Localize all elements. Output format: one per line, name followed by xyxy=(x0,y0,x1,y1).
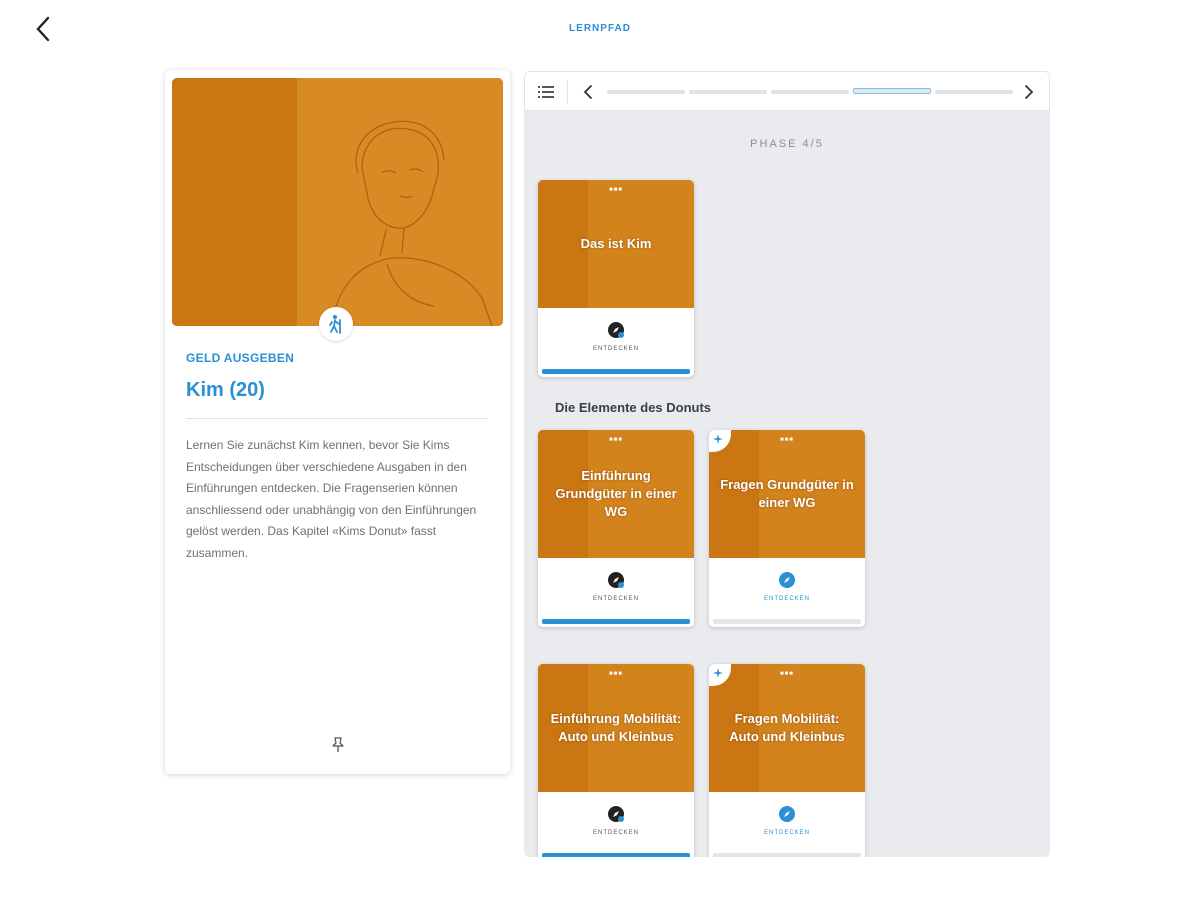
tile-progress-bar xyxy=(713,619,861,624)
hero-image xyxy=(172,78,503,326)
hiker-icon xyxy=(329,315,341,334)
compass-icon xyxy=(777,570,797,590)
sparkle-icon xyxy=(713,434,723,444)
topic-label: GELD AUSGEBEN xyxy=(186,351,295,365)
tile-action-label: ENTDECKEN xyxy=(763,830,810,836)
info-card: GELD AUSGEBEN Kim (20) Lernen Sie zunäch… xyxy=(165,70,510,774)
list-icon xyxy=(538,86,554,98)
sparkle-icon xyxy=(713,668,723,678)
character-illustration xyxy=(331,120,493,326)
toolbar-separator xyxy=(567,81,568,103)
explore-icon xyxy=(606,570,626,590)
section-label: Die Elemente des Donuts xyxy=(555,400,712,415)
lesson-tile[interactable]: ■■■ Fragen Grundgüter in einer WG ENTDECKE… xyxy=(709,430,865,627)
phase-label: PHASE 4/5 xyxy=(750,138,824,150)
chevron-left-icon xyxy=(583,85,592,99)
hiker-badge xyxy=(319,307,353,341)
chevron-right-icon xyxy=(1025,85,1034,99)
page-title: LERNPFAD xyxy=(569,23,631,34)
phase-segment-3[interactable] xyxy=(771,90,849,94)
lesson-tile[interactable]: ■■■ Einführung Mobilität: Auto und Kleinb… xyxy=(538,664,694,857)
compass-icon xyxy=(777,804,797,824)
tile-title: Das ist Kim xyxy=(580,236,652,251)
next-phase-button[interactable] xyxy=(1020,82,1038,102)
pin-icon xyxy=(332,737,344,752)
tile-title: Einführung Grundgüter in einer WG xyxy=(555,468,677,519)
tile-action-label: ENTDECKEN xyxy=(763,596,810,602)
pin-button[interactable] xyxy=(329,736,347,754)
tile-title: Einführung Mobilität: Auto und Kleinbus xyxy=(550,711,682,744)
phase-segment-4[interactable] xyxy=(853,88,931,94)
phase-segment-2[interactable] xyxy=(689,90,767,94)
tile-title: Fragen Mobilität: Auto und Kleinbus xyxy=(729,711,845,744)
lesson-tile[interactable]: ■■■ Einführung Grundgüter in einer WG ENTD… xyxy=(538,430,694,627)
tile-progress-bar xyxy=(713,853,861,857)
explore-icon xyxy=(606,804,626,824)
tile-progress-bar xyxy=(542,369,690,374)
explore-icon xyxy=(606,320,626,340)
tile-action-label: ENTDECKEN xyxy=(592,830,639,836)
phase-segment-5[interactable] xyxy=(935,90,1013,94)
lesson-tile[interactable]: ■■■ Das ist Kim ENTDECKEN xyxy=(538,180,694,377)
tile-action-label: ENTDECKEN xyxy=(592,346,639,352)
learning-path-panel: PHASE 4/5 Die Elemente des Donuts ■■■ Das… xyxy=(524,71,1050,857)
tile-action-label: ENTDECKEN xyxy=(592,596,639,602)
phase-toolbar xyxy=(524,71,1050,111)
divider xyxy=(186,418,488,419)
card-title: Kim (20) xyxy=(186,379,265,401)
previous-phase-button[interactable] xyxy=(579,82,597,102)
tile-progress-bar xyxy=(542,853,690,857)
description: Lernen Sie zunächst Kim kennen, bevor Si… xyxy=(186,438,477,560)
phase-segment-1[interactable] xyxy=(607,90,685,94)
tile-title: Fragen Grundgüter in einer WG xyxy=(720,477,854,510)
list-view-button[interactable] xyxy=(535,82,557,102)
lesson-tile[interactable]: ■■■ Fragen Mobilität: Auto und Kleinbus EN… xyxy=(709,664,865,857)
tile-progress-bar xyxy=(542,619,690,624)
